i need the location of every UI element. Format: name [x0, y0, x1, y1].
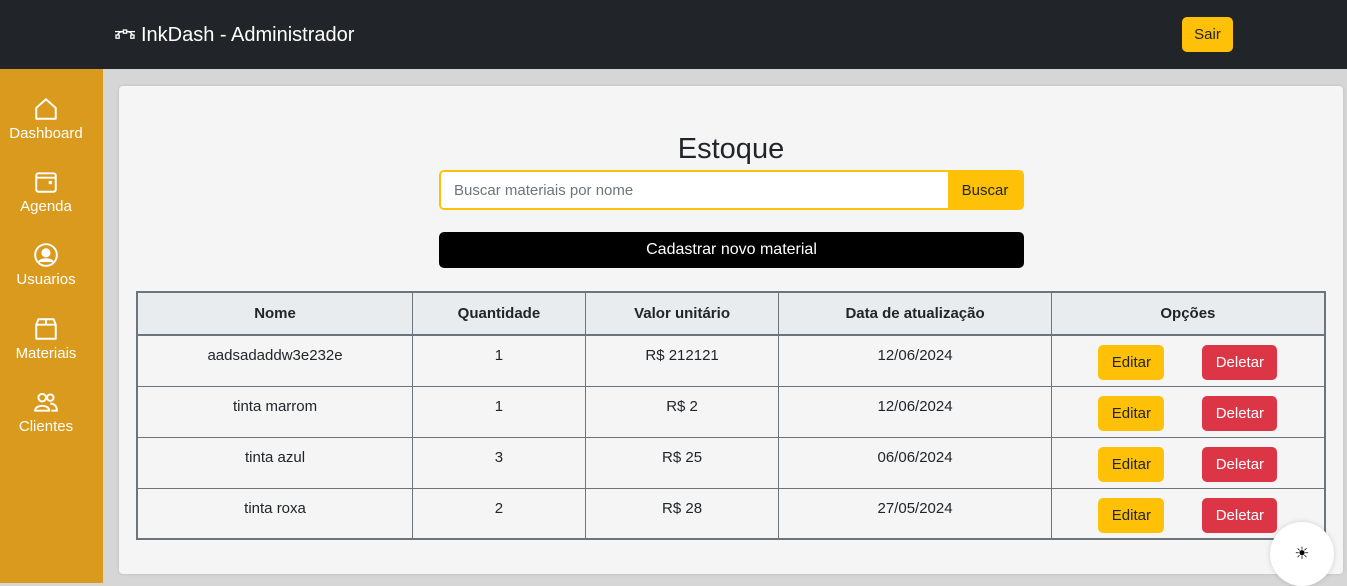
- users-icon: [34, 392, 58, 412]
- sidebar-item-label: Clientes: [18, 418, 74, 435]
- column-header-valor[interactable]: Valor unitário: [584, 291, 780, 336]
- cell-nome: tinta marrom: [136, 385, 414, 438]
- cell-nome: aadsadaddw3e232e: [136, 334, 414, 387]
- top-navbar: InkDash - Administrador Sair: [0, 0, 1347, 69]
- edit-button[interactable]: Editar: [1098, 345, 1165, 380]
- sidebar-item-clientes[interactable]: Clientes: [0, 389, 92, 435]
- table-row: tinta roxa 2 R$ 28 27/05/2024 Editar Del…: [136, 487, 1326, 540]
- cell-valor: R$ 212121: [584, 334, 780, 387]
- sidebar-item-label: Usuarios: [16, 271, 76, 288]
- page-title: Estoque: [677, 133, 785, 166]
- delete-button[interactable]: Deletar: [1202, 345, 1278, 380]
- app-title: InkDash - Administrador: [141, 23, 355, 46]
- column-header-opcoes: Opções: [1050, 291, 1326, 336]
- column-header-nome[interactable]: Nome: [136, 291, 414, 336]
- content-card: Estoque Buscar Cadastrar novo material N…: [119, 86, 1343, 574]
- column-header-data[interactable]: Data de atualização: [778, 291, 1052, 336]
- cell-nome: tinta roxa: [136, 487, 414, 540]
- cell-data: 12/06/2024: [778, 334, 1052, 387]
- cell-data: 27/05/2024: [778, 487, 1052, 540]
- theme-toggle-button[interactable]: ☀: [1270, 522, 1334, 586]
- bezier-curve-icon: [115, 29, 135, 39]
- table-row: tinta marrom 1 R$ 2 12/06/2024 Editar De…: [136, 385, 1326, 438]
- delete-button[interactable]: Deletar: [1202, 497, 1278, 533]
- edit-button[interactable]: Editar: [1098, 446, 1165, 482]
- delete-button[interactable]: Deletar: [1202, 446, 1278, 482]
- delete-button[interactable]: Deletar: [1202, 395, 1278, 431]
- add-material-button[interactable]: Cadastrar novo material: [439, 232, 1024, 268]
- cell-data: 06/06/2024: [778, 436, 1052, 489]
- box-icon: [35, 318, 57, 340]
- search-group: Buscar: [439, 170, 1024, 210]
- sidebar-item-label: Materiais: [15, 345, 77, 362]
- cell-valor: R$ 2: [584, 385, 780, 438]
- sidebar-item-dashboard[interactable]: Dashboard: [0, 96, 92, 142]
- logout-button[interactable]: Sair: [1182, 17, 1233, 52]
- cell-quantidade: 2: [412, 487, 586, 540]
- table-row: aadsadaddw3e232e 1 R$ 212121 12/06/2024 …: [136, 334, 1326, 387]
- user-circle-icon: [34, 243, 58, 267]
- sidebar-item-agenda[interactable]: Agenda: [0, 169, 92, 215]
- cell-opcoes: Editar Deletar: [1050, 436, 1326, 489]
- search-input[interactable]: [441, 172, 948, 208]
- edit-button[interactable]: Editar: [1098, 395, 1165, 431]
- sidebar-item-label: Dashboard: [9, 125, 83, 142]
- sidebar-item-label: Agenda: [20, 198, 72, 215]
- brand[interactable]: InkDash - Administrador: [115, 22, 354, 48]
- cell-opcoes: Editar Deletar: [1050, 385, 1326, 438]
- cell-nome: tinta azul: [136, 436, 414, 489]
- edit-button[interactable]: Editar: [1098, 497, 1165, 533]
- materials-table: Nome Quantidade Valor unitário Data de a…: [136, 291, 1326, 540]
- cell-data: 12/06/2024: [778, 385, 1052, 438]
- cell-quantidade: 1: [412, 334, 586, 387]
- search-button[interactable]: Buscar: [948, 172, 1022, 208]
- sidebar-item-materiais[interactable]: Materiais: [0, 316, 92, 362]
- table-header-row: Nome Quantidade Valor unitário Data de a…: [136, 291, 1326, 336]
- cell-quantidade: 1: [412, 385, 586, 438]
- sidebar-item-usuarios[interactable]: Usuarios: [0, 242, 92, 288]
- cell-quantidade: 3: [412, 436, 586, 489]
- sun-icon: ☀: [1294, 544, 1310, 563]
- cell-valor: R$ 25: [584, 436, 780, 489]
- column-header-quantidade[interactable]: Quantidade: [412, 291, 586, 336]
- home-icon: [35, 98, 57, 120]
- sidebar: Dashboard Agenda Usuarios Materiais Clie…: [0, 69, 103, 583]
- cell-opcoes: Editar Deletar: [1050, 334, 1326, 387]
- cell-valor: R$ 28: [584, 487, 780, 540]
- calendar-icon: [35, 172, 57, 193]
- table-row: tinta azul 3 R$ 25 06/06/2024 Editar Del…: [136, 436, 1326, 489]
